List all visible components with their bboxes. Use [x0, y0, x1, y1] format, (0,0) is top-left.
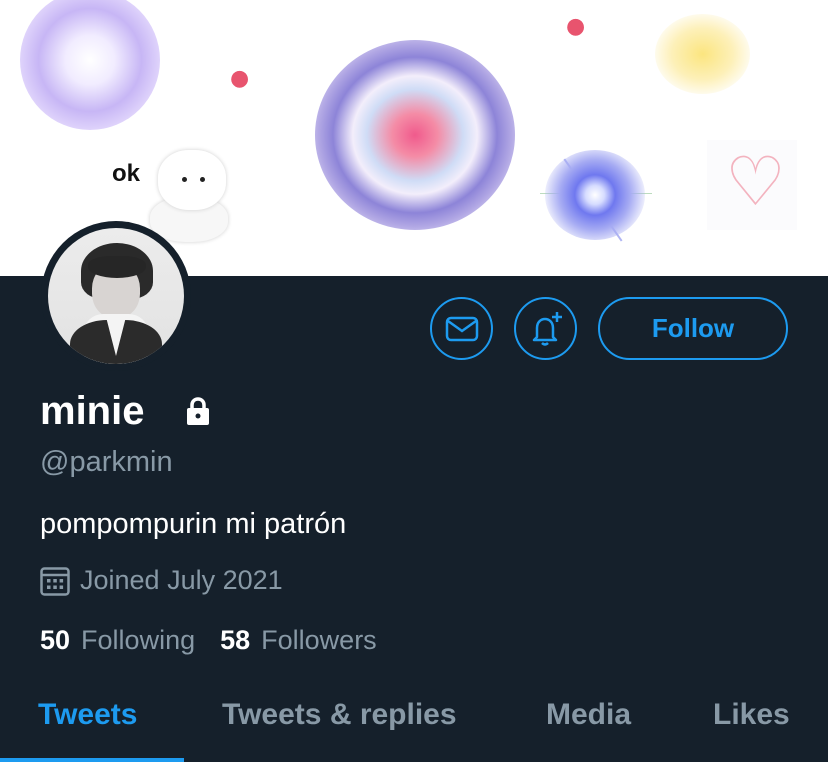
- follow-button[interactable]: Follow: [598, 297, 788, 360]
- active-tab-indicator: [0, 758, 184, 762]
- yellow-heart-decoration: [655, 14, 750, 94]
- pink-heart-decoration: ♡: [707, 140, 797, 230]
- strawberry-icon: ●: [230, 66, 250, 91]
- join-date-text: Joined July 2021: [80, 565, 283, 595]
- tab-tweets-replies[interactable]: Tweets & replies: [222, 698, 457, 732]
- message-button[interactable]: [430, 297, 493, 360]
- join-date: Joined July 2021: [40, 565, 283, 596]
- profile-tabs: Tweets Tweets & replies Media Likes: [0, 690, 828, 762]
- follow-stats: 50 Following 58 Followers: [40, 625, 402, 656]
- blue-sparkle-decoration: [545, 150, 645, 240]
- purple-glow-decoration: [20, 0, 160, 130]
- tab-tweets[interactable]: Tweets: [38, 698, 137, 732]
- following-label: Following: [81, 625, 196, 655]
- avatar-photo: [48, 228, 184, 364]
- profile-bio: pompompurin mi patrón: [40, 508, 347, 540]
- username-handle: @parkmin: [40, 446, 173, 478]
- followers-count: 58: [220, 625, 251, 655]
- tab-likes[interactable]: Likes: [713, 698, 790, 732]
- teddy-bear-sticker: [140, 145, 235, 245]
- followers-link[interactable]: 58 Followers: [220, 625, 377, 656]
- calendar-icon: [40, 566, 70, 596]
- following-count: 50: [40, 625, 71, 655]
- display-name: minie: [40, 389, 145, 433]
- followers-label: Followers: [261, 625, 377, 655]
- ok-sticker-text: ok: [112, 160, 141, 187]
- tab-media[interactable]: Media: [546, 698, 631, 732]
- ring-glow-decoration: [315, 40, 515, 230]
- notify-button[interactable]: [514, 297, 577, 360]
- strawberry-icon: ●: [566, 14, 586, 39]
- lock-icon: [187, 397, 209, 425]
- profile-avatar[interactable]: [41, 221, 191, 371]
- following-link[interactable]: 50 Following: [40, 625, 195, 656]
- bell-plus-icon: [532, 311, 562, 346]
- mail-icon: [445, 316, 478, 341]
